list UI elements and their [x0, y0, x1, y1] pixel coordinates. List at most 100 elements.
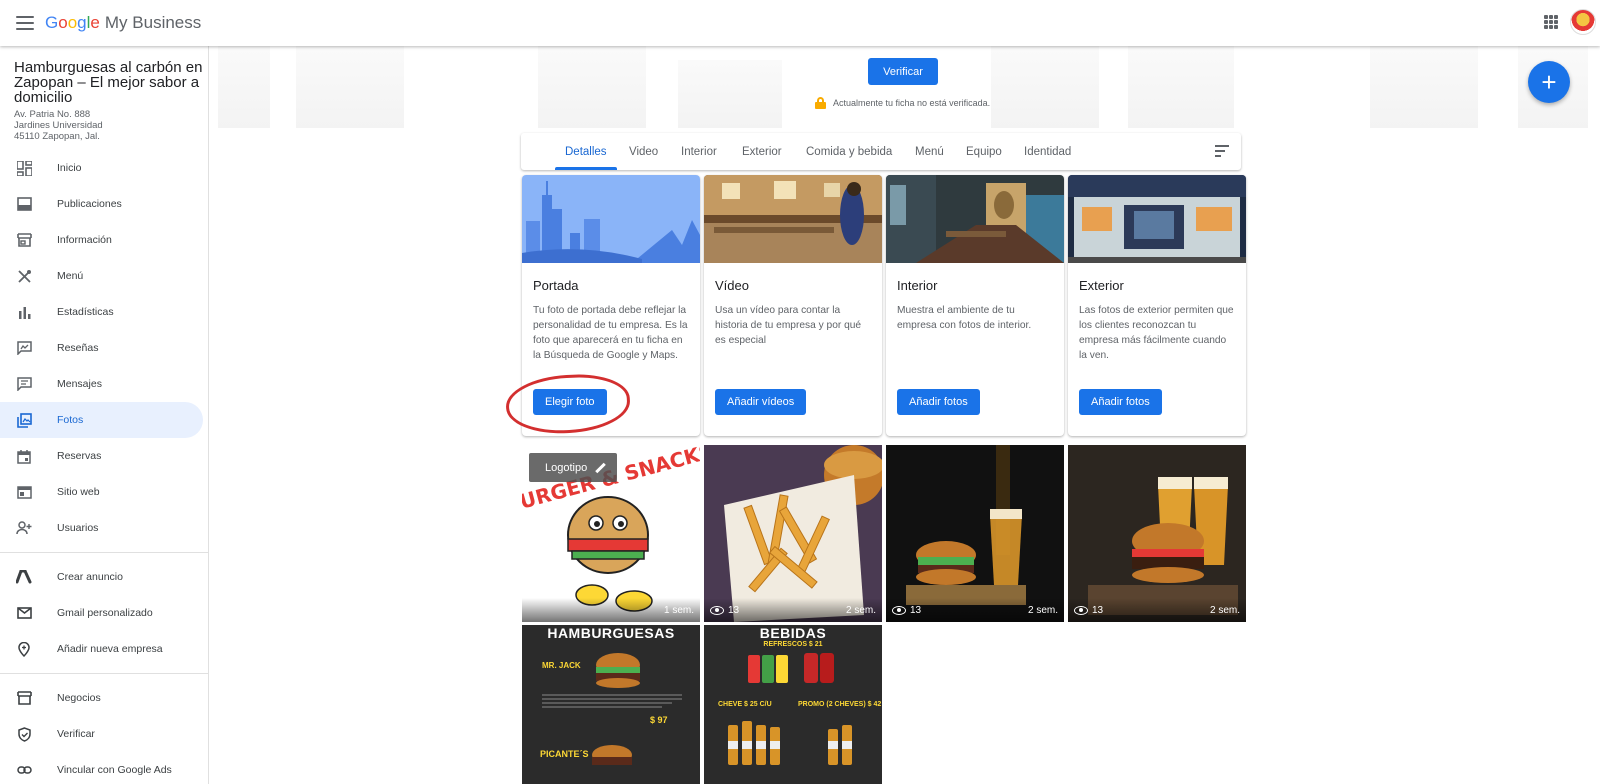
sidebar-item-informacion[interactable]: Información — [0, 222, 208, 258]
edit-pencil-icon — [595, 463, 605, 473]
restaurant-icon — [16, 268, 32, 284]
exterior-photo — [1068, 175, 1246, 263]
verified-shield-icon — [16, 726, 32, 742]
sidebar-item-reservas[interactable]: Reservas — [0, 438, 208, 474]
eye-icon — [710, 605, 724, 615]
sidebar-divider — [0, 673, 208, 674]
add-interior-photos-button[interactable]: Añadir fotos — [897, 389, 980, 415]
views-count: 13 — [1074, 605, 1103, 616]
sidebar-divider — [0, 552, 208, 553]
business-name: Hamburguesas al carbón en Zapopan – El m… — [14, 59, 203, 106]
card-title: Portada — [533, 278, 579, 293]
add-photo-fab[interactable]: + — [1528, 61, 1570, 103]
google-ads-icon — [16, 569, 32, 585]
placeholder-block — [1370, 46, 1478, 128]
posts-icon — [16, 196, 32, 212]
business-address: Av. Patria No. 888 Jardines Universidad … — [14, 109, 103, 142]
card-description: Tu foto de portada debe reflejar la pers… — [533, 305, 688, 361]
sidebar-item-inicio[interactable]: Inicio — [0, 150, 208, 186]
photo-age: 2 sem. — [1209, 604, 1240, 616]
google-my-business-logo[interactable]: Google My Business — [45, 13, 201, 33]
cover-illustration — [522, 175, 700, 263]
sidebar-item-publicaciones[interactable]: Publicaciones — [0, 186, 208, 222]
views-count: 13 — [710, 605, 739, 616]
add-videos-button[interactable]: Añadir vídeos — [715, 389, 807, 415]
lock-icon — [815, 97, 826, 109]
main-menu-icon[interactable] — [16, 16, 34, 30]
calendar-icon — [16, 448, 32, 464]
card-description: Muestra el ambiente de tu empresa con fo… — [897, 305, 1032, 331]
storefront-icon — [16, 690, 32, 706]
card-description: Las fotos de exterior permiten que los c… — [1079, 305, 1234, 361]
sidebar-item-nueva-empresa[interactable]: Añadir nueva empresa — [0, 631, 208, 667]
tab-video[interactable]: Video — [629, 133, 658, 170]
tab-exterior[interactable]: Exterior — [742, 133, 782, 170]
eye-icon — [892, 605, 906, 615]
location-pin-icon — [16, 641, 32, 657]
logo-chip[interactable]: Logotipo — [529, 453, 618, 482]
photo-logo[interactable]: BURGER & SNACKS Logotipo 1 sem. — [522, 445, 700, 622]
photo-burger-beer[interactable]: 13 2 sem. — [886, 445, 1064, 622]
card-description: Usa un vídeo para contar la historia de … — [715, 305, 862, 346]
add-user-icon — [16, 520, 32, 536]
storefront-icon — [16, 232, 32, 248]
placeholder-block — [218, 46, 270, 128]
sort-icon[interactable] — [1215, 145, 1229, 157]
card-portada: Portada Tu foto de portada debe reflejar… — [522, 175, 700, 436]
sidebar-nav: Inicio Publicaciones Información Menú Es… — [0, 150, 208, 784]
menu-item-name: PICANTE´S — [540, 749, 589, 759]
sidebar-item-sitio-web[interactable]: Sitio web — [0, 474, 208, 510]
card-exterior: Exterior Las fotos de exterior permiten … — [1068, 175, 1246, 436]
logo-suffix: My Business — [104, 13, 202, 32]
card-interior: Interior Muestra el ambiente de tu empre… — [886, 175, 1064, 436]
sidebar-item-usuarios[interactable]: Usuarios — [0, 510, 208, 546]
views-count: 13 — [892, 605, 921, 616]
sidebar-item-resenas[interactable]: Reseñas — [0, 330, 208, 366]
photo-burger-beers[interactable]: 13 2 sem. — [1068, 445, 1246, 622]
add-exterior-photos-button[interactable]: Añadir fotos — [1079, 389, 1162, 415]
sidebar-item-fotos[interactable]: Fotos — [0, 402, 203, 438]
photo-menu-hamburguesas[interactable]: HAMBURGUESAS MR. JACK $ 97 PICANTE´S — [522, 625, 700, 784]
sidebar-item-verificar[interactable]: Verificar — [0, 716, 208, 752]
link-icon — [16, 762, 32, 778]
placeholder-block — [538, 46, 646, 128]
sidebar-item-mensajes[interactable]: Mensajes — [0, 366, 208, 402]
placeholder-block — [296, 46, 404, 128]
menu-item-price: $ 97 — [650, 715, 668, 725]
tab-identidad[interactable]: Identidad — [1024, 133, 1071, 170]
sidebar-item-gmail[interactable]: Gmail personalizado — [0, 595, 208, 631]
card-title: Vídeo — [715, 278, 749, 293]
bar-chart-icon — [16, 304, 32, 320]
photo-fries-burger[interactable]: 13 2 sem. — [704, 445, 882, 622]
sidebar: Hamburguesas al carbón en Zapopan – El m… — [0, 46, 209, 784]
drinks-price: CHEVE $ 25 C/U — [718, 701, 772, 708]
photo-meta: 13 2 sem. — [704, 598, 882, 622]
card-video: Vídeo Usa un vídeo para contar la histor… — [704, 175, 882, 436]
account-avatar[interactable] — [1570, 9, 1596, 35]
choose-photo-button[interactable]: Elegir foto — [533, 389, 607, 415]
photo-menu-bebidas[interactable]: BEBIDAS REFRESCOS $ 21 CHEVE $ 25 C/U PR… — [704, 625, 882, 784]
sidebar-item-negocios[interactable]: Negocios — [0, 680, 208, 716]
gmail-icon — [16, 605, 32, 621]
tab-comida-y-bebida[interactable]: Comida y bebida — [806, 133, 892, 170]
placeholder-block — [991, 46, 1099, 128]
tab-interior[interactable]: Interior — [681, 133, 717, 170]
verify-button[interactable]: Verificar — [868, 58, 938, 85]
photo-age: 2 sem. — [845, 604, 876, 616]
photo-meta: 1 sem. — [522, 598, 700, 622]
google-apps-icon[interactable] — [1544, 15, 1558, 29]
photos-icon — [16, 412, 32, 428]
sidebar-item-estadisticas[interactable]: Estadísticas — [0, 294, 208, 330]
placeholder-block — [678, 60, 782, 128]
photo-age: 2 sem. — [1027, 604, 1058, 616]
dashboard-icon — [16, 160, 32, 176]
tab-detalles[interactable]: Detalles — [555, 133, 617, 170]
drinks-price: PROMO (2 CHEVES) $ 42 — [798, 701, 882, 708]
sidebar-item-crear-anuncio[interactable]: Crear anuncio — [0, 559, 208, 595]
tab-menu[interactable]: Menú — [915, 133, 944, 170]
reviews-icon — [16, 340, 32, 356]
tab-equipo[interactable]: Equipo — [966, 133, 1002, 170]
sidebar-item-menu[interactable]: Menú — [0, 258, 208, 294]
top-app-bar: Google My Business — [0, 0, 1600, 46]
sidebar-item-vincular-ads[interactable]: Vincular con Google Ads — [0, 752, 208, 784]
